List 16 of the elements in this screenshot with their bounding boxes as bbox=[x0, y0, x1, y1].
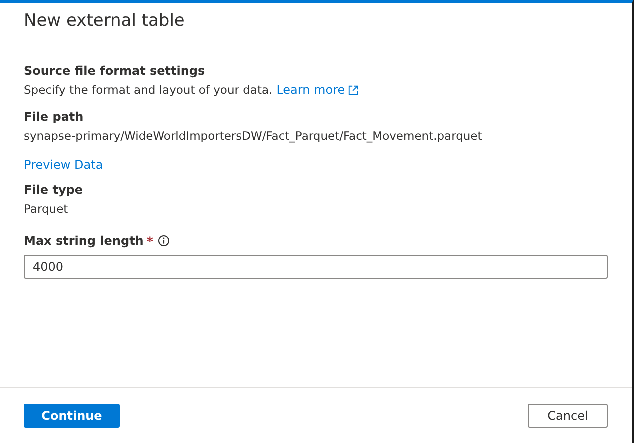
panel-title: New external table bbox=[24, 10, 186, 33]
continue-button[interactable]: Continue bbox=[24, 404, 120, 428]
section-description: Specify the format and layout of your data. bbox=[24, 82, 273, 99]
preview-data-link[interactable]: Preview Data bbox=[24, 158, 104, 172]
field-value: synapse-primary/WideWorldImportersDW/Fact_Parquet/Fact_Movement.parquet bbox=[24, 128, 484, 145]
section-heading: Source file format settings bbox=[24, 63, 206, 80]
required-mark: * bbox=[146, 234, 154, 248]
field-label: File path bbox=[24, 109, 85, 126]
field-label: File type bbox=[24, 182, 84, 199]
info-icon[interactable] bbox=[158, 235, 170, 247]
learn-more-link[interactable]: Learn more bbox=[276, 80, 360, 100]
external-link-icon bbox=[348, 84, 360, 96]
cancel-button[interactable]: Cancel bbox=[528, 404, 608, 428]
field-label: Max string length bbox=[24, 233, 144, 250]
field-value: Parquet bbox=[24, 201, 70, 218]
input-field[interactable]: 4000 bbox=[24, 255, 608, 279]
